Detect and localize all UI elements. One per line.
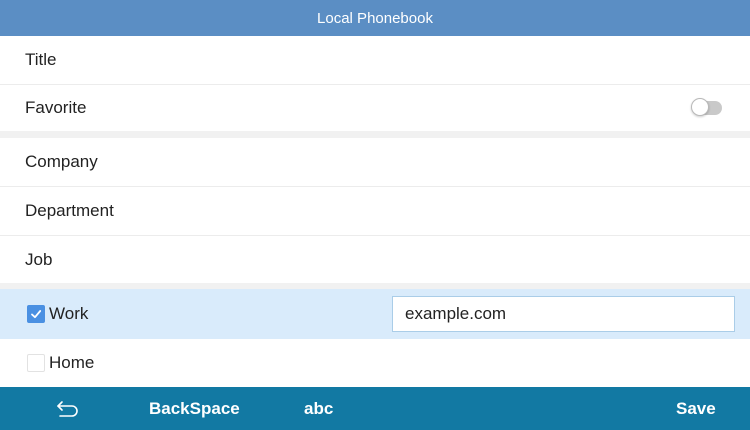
page-title: Local Phonebook [317, 9, 433, 27]
field-title-label: Title [25, 50, 57, 69]
backspace-button[interactable]: BackSpace [149, 387, 240, 430]
field-department-label: Department [25, 201, 114, 220]
input-mode-button[interactable]: abc [304, 387, 333, 430]
field-company[interactable]: Company [0, 138, 750, 186]
website-work-row[interactable]: Work [0, 289, 750, 339]
website-home-row[interactable]: Home [0, 339, 750, 387]
field-department[interactable]: Department [0, 187, 750, 235]
field-job[interactable]: Job [0, 236, 750, 283]
toggle-knob [691, 98, 709, 116]
home-label: Home [49, 353, 95, 372]
undo-arrow-icon [57, 400, 78, 417]
field-favorite-label: Favorite [25, 98, 87, 117]
field-company-label: Company [25, 152, 98, 171]
field-title[interactable]: Title [0, 36, 750, 84]
work-checkbox[interactable] [27, 305, 45, 323]
save-button[interactable]: Save [676, 387, 716, 430]
favorite-toggle[interactable] [691, 98, 722, 116]
work-url-input[interactable] [392, 296, 735, 332]
keyboard-toolbar: BackSpace abc Save [0, 387, 750, 430]
back-button[interactable] [55, 387, 81, 430]
field-job-label: Job [25, 249, 53, 269]
field-favorite[interactable]: Favorite [0, 85, 750, 131]
section-gap [0, 131, 750, 138]
check-icon [31, 310, 42, 319]
home-checkbox[interactable] [27, 354, 45, 372]
title-bar: Local Phonebook [0, 0, 750, 36]
work-label: Work [49, 304, 89, 323]
